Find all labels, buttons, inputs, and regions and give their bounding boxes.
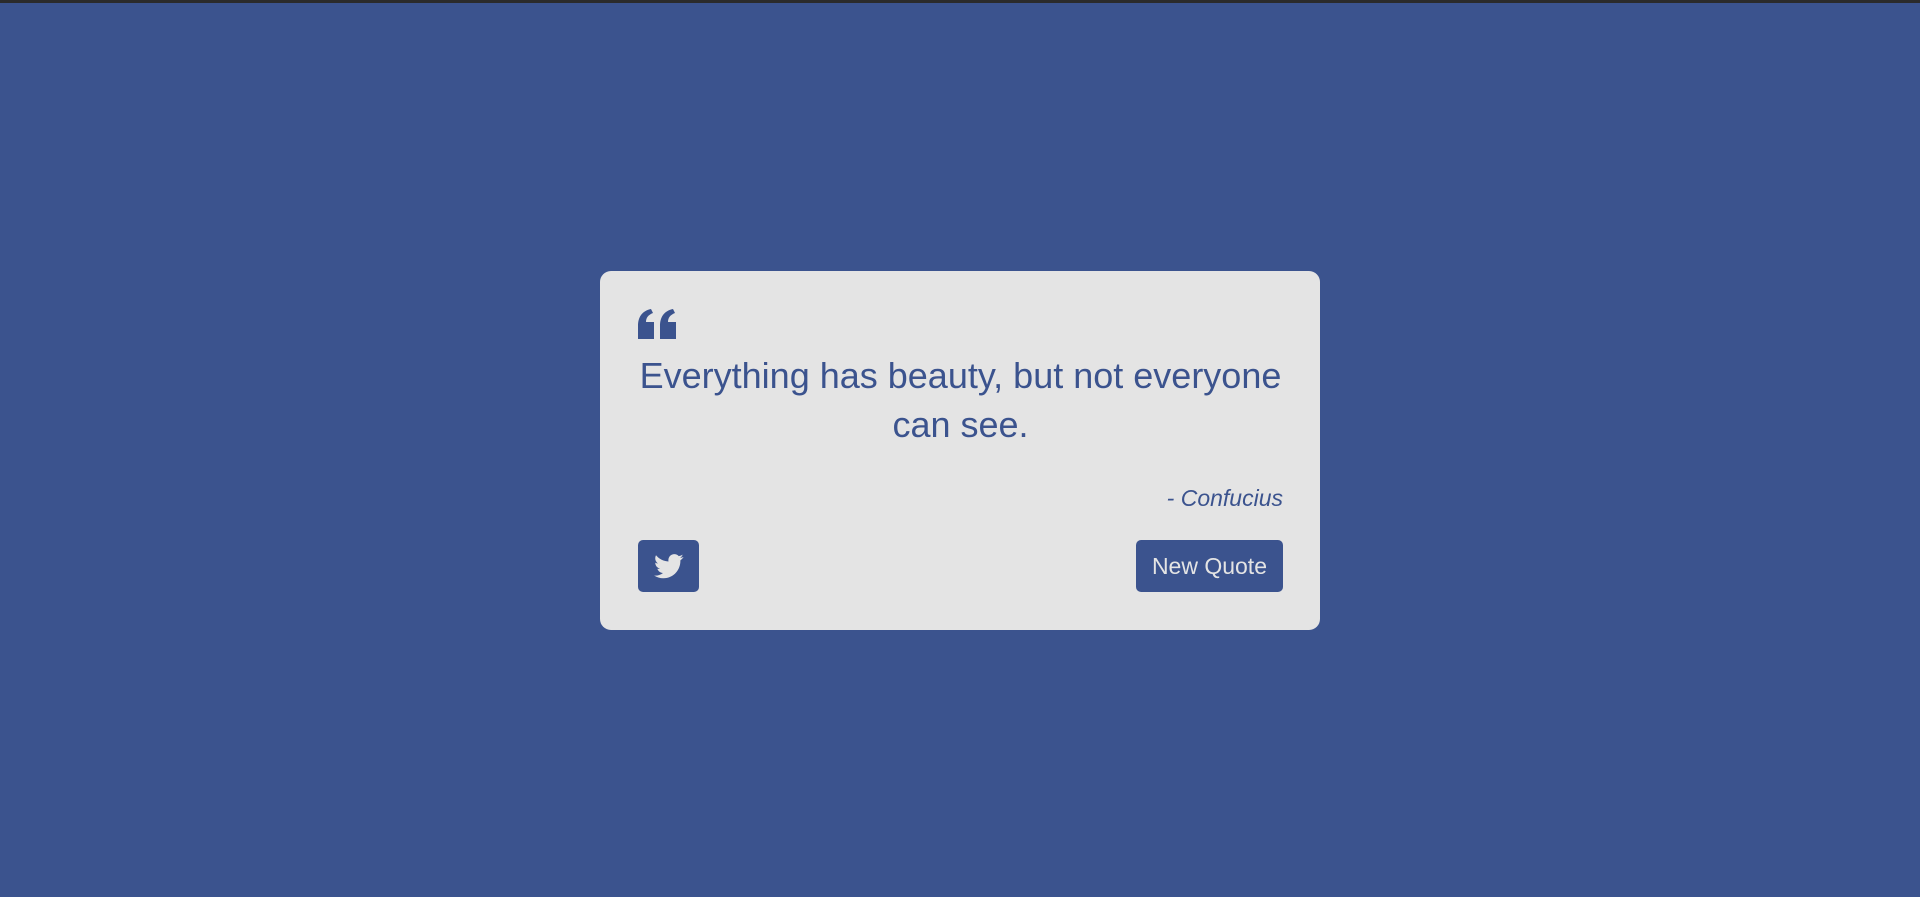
quote-actions: New Quote [638,540,1283,592]
twitter-icon [653,553,684,579]
tweet-quote-button[interactable] [638,540,699,592]
browser-top-edge [0,0,1920,3]
quote-author: - Confucius [1166,485,1283,511]
quote-text: Everything has beauty, but not everyone … [639,355,1282,445]
new-quote-button[interactable]: New Quote [1135,540,1283,592]
quote-left-icon [638,309,678,339]
quote-box: Everything has beauty, but not everyone … [600,271,1320,630]
